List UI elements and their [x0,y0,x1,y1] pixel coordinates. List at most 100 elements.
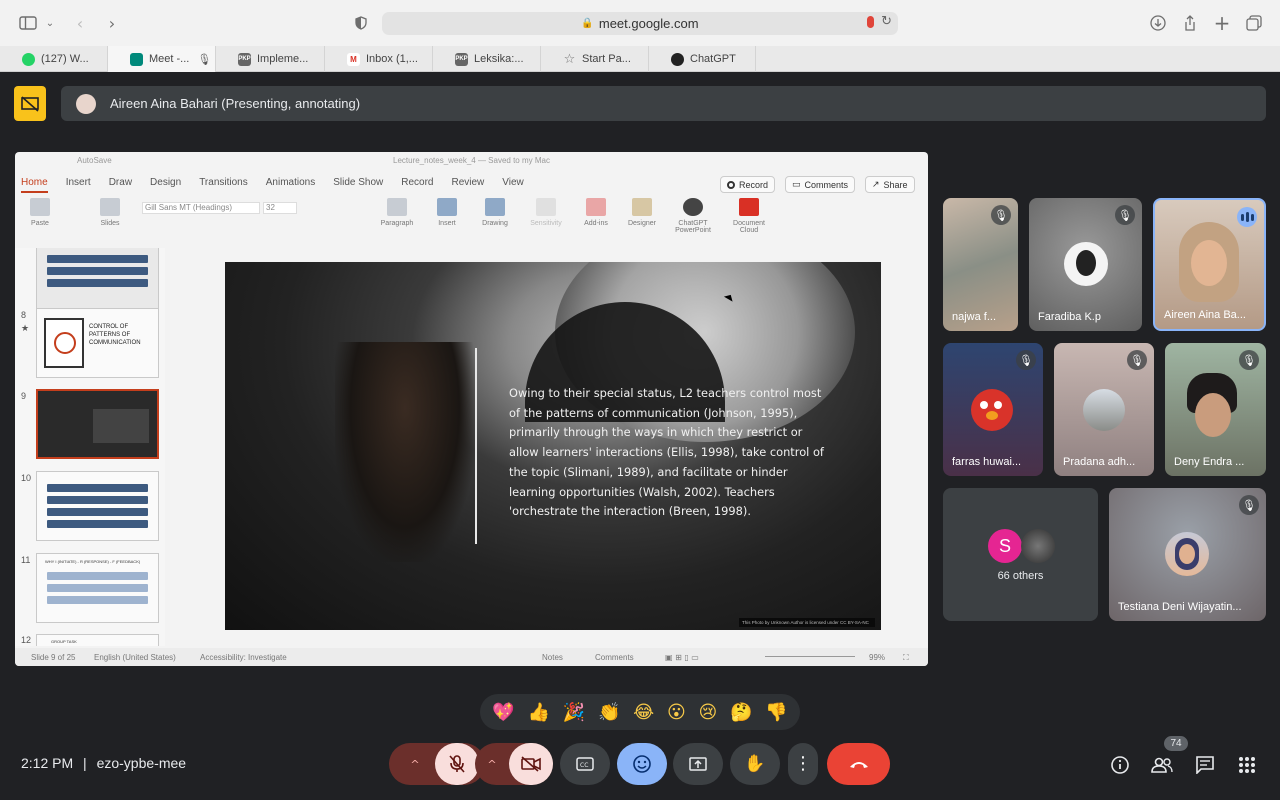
slide-thumbnail-9[interactable] [36,389,159,459]
menu-home[interactable]: Home [21,177,48,193]
ribbon-label: Sensitivity [530,220,562,227]
tab-gmail[interactable]: M Inbox (1,... [325,46,433,72]
activities-icon[interactable] [1234,752,1260,778]
participant-tile-aireen[interactable]: Aireen Aina Ba... [1153,198,1266,331]
whatsapp-icon [22,52,35,66]
party-reaction[interactable]: 🎉 [563,702,585,723]
notes-button[interactable]: Notes [542,653,563,662]
tab-implementation[interactable]: PKP Impleme... [216,46,325,72]
meeting-details-icon[interactable] [1107,752,1133,778]
participant-tile-pradana[interactable]: 🎙 Pradana adh... [1054,343,1154,476]
menu-slide-show[interactable]: Slide Show [333,177,383,193]
chevron-down-icon[interactable]: ⌄ [38,11,62,35]
download-icon[interactable] [1146,11,1170,35]
status-accessibility[interactable]: Accessibility: Investigate [200,653,287,662]
people-icon[interactable] [1149,752,1175,778]
tab-overview-icon[interactable] [1242,11,1266,35]
participant-tile-najwa[interactable]: 🎙 najwa f... [943,198,1018,331]
slide-number: 8 [21,310,27,320]
reload-icon[interactable]: ↻ [881,14,892,29]
slide-thumbnail-12[interactable]: GROUP TASK [36,634,159,646]
camera-toggle-button[interactable] [509,743,553,785]
leave-call-button[interactable] [827,743,890,785]
ribbon-add-ins[interactable]: Add-ins [581,198,611,227]
zoom-slider[interactable] [765,656,855,657]
view-buttons-icon[interactable]: ▣ ⊞ ▯ ▭ [665,653,699,662]
ribbon-drawing[interactable]: Drawing [477,198,513,227]
slide-divider [475,348,477,544]
ppt-title-bar: AutoSave Lecture_notes_week_4 — Saved to… [15,156,928,172]
surprised-reaction[interactable]: 😮 [667,702,686,723]
presentation-icon[interactable] [14,86,46,121]
current-slide[interactable]: Owing to their special status, L2 teache… [225,262,881,630]
back-icon[interactable]: ‹ [68,11,92,35]
participant-name: Aireen Aina Ba... [1164,309,1246,321]
ribbon-label: Slides [100,220,120,227]
participant-tile-others[interactable]: S 66 others [943,488,1098,621]
menu-insert[interactable]: Insert [66,177,91,193]
tab-label: Meet -... [149,53,190,65]
forward-icon[interactable]: › [100,11,124,35]
record-button[interactable]: Record [720,176,776,193]
ribbon-paste[interactable]: Paste [25,198,55,227]
mic-toggle-button[interactable] [435,743,479,785]
emoji-reactions-button[interactable] [617,743,667,785]
mic-options-chevron-icon[interactable]: ^ [395,758,435,771]
raise-hand-button[interactable]: ✋ [730,743,780,785]
ribbon-chatgpt[interactable]: ChatGPT PowerPoint [671,198,715,234]
slide-thumbnail-11[interactable]: WHY I (INITIATE) - R (RESPONSE) - F (FEE… [36,553,159,623]
address-bar[interactable]: 🔒 meet.google.com ↻ [382,12,898,35]
face-shape [1191,240,1227,286]
more-options-button[interactable]: ⋮ [788,743,818,785]
ribbon-sensitivity[interactable]: Sensitivity [527,198,565,227]
participant-tile-testiana[interactable]: 🎙 Testiana Deni Wijayatin... [1109,488,1266,621]
laugh-reaction[interactable]: 😂 [633,702,654,723]
slide-thumbnail-8[interactable]: CONTROL OF PATTERNS OF COMMUNICATION [36,308,159,378]
sad-reaction[interactable]: 😢 [698,702,717,723]
ribbon-designer[interactable]: Designer [625,198,659,227]
tab-chatgpt[interactable]: ChatGPT [649,46,756,72]
face-shape [1195,393,1231,437]
ribbon-paragraph[interactable]: Paragraph [377,198,417,227]
zoom-level[interactable]: 99% [869,653,885,662]
menu-animations[interactable]: Animations [266,177,315,193]
participant-tile-deny[interactable]: 🎙 Deny Endra ... [1165,343,1266,476]
heart-reaction[interactable]: 💖 [492,702,514,723]
menu-draw[interactable]: Draw [109,177,132,193]
participant-tile-farras[interactable]: 🎙 farras huwai... [943,343,1043,476]
thumbs-down-reaction[interactable]: 👎 [765,702,787,723]
tab-whatsapp[interactable]: (127) W... [0,46,108,72]
ribbon-document-cloud[interactable]: Document Cloud [727,198,771,234]
menu-view[interactable]: View [502,177,524,193]
captions-button[interactable]: CC [560,743,610,785]
thumbs-up-reaction[interactable]: 👍 [528,702,550,723]
chat-icon[interactable] [1192,752,1218,778]
comments-status-button[interactable]: Comments [595,653,634,662]
font-size-field[interactable]: 32 [263,202,297,214]
microphone-in-use-icon[interactable] [867,16,874,28]
share-button[interactable]: ↗ Share [865,176,915,193]
thinking-reaction[interactable]: 🤔 [730,702,752,723]
share-icon[interactable] [1178,11,1202,35]
slide-thumbnail-10[interactable] [36,471,159,541]
slide-thumbnail-7[interactable] [36,248,159,310]
fit-slide-icon[interactable]: ⛶ [903,653,909,663]
camera-options-chevron-icon[interactable]: ^ [475,758,509,771]
menu-record[interactable]: Record [401,177,433,193]
tab-meet[interactable]: Meet -... 🎙 [108,46,216,72]
clap-reaction[interactable]: 👏 [598,702,620,723]
participant-tile-faradiba[interactable]: 🎙 Faradiba K.p [1029,198,1142,331]
ribbon-insert[interactable]: Insert [432,198,462,227]
font-name-field[interactable]: Gill Sans MT (Headings) [142,202,260,214]
tab-leksika[interactable]: PKP Leksika:... [433,46,541,72]
present-screen-button[interactable] [673,743,723,785]
sidebar-toggle-icon[interactable] [16,11,40,35]
tab-start-page[interactable]: ☆ Start Pa... [541,46,649,72]
new-tab-icon[interactable]: + [1210,11,1234,35]
menu-transitions[interactable]: Transitions [199,177,248,193]
comments-button[interactable]: ▭ Comments [785,176,856,193]
ribbon-slides[interactable]: Slides [93,198,127,227]
menu-design[interactable]: Design [150,177,181,193]
menu-review[interactable]: Review [451,177,484,193]
shield-icon[interactable] [349,11,373,35]
